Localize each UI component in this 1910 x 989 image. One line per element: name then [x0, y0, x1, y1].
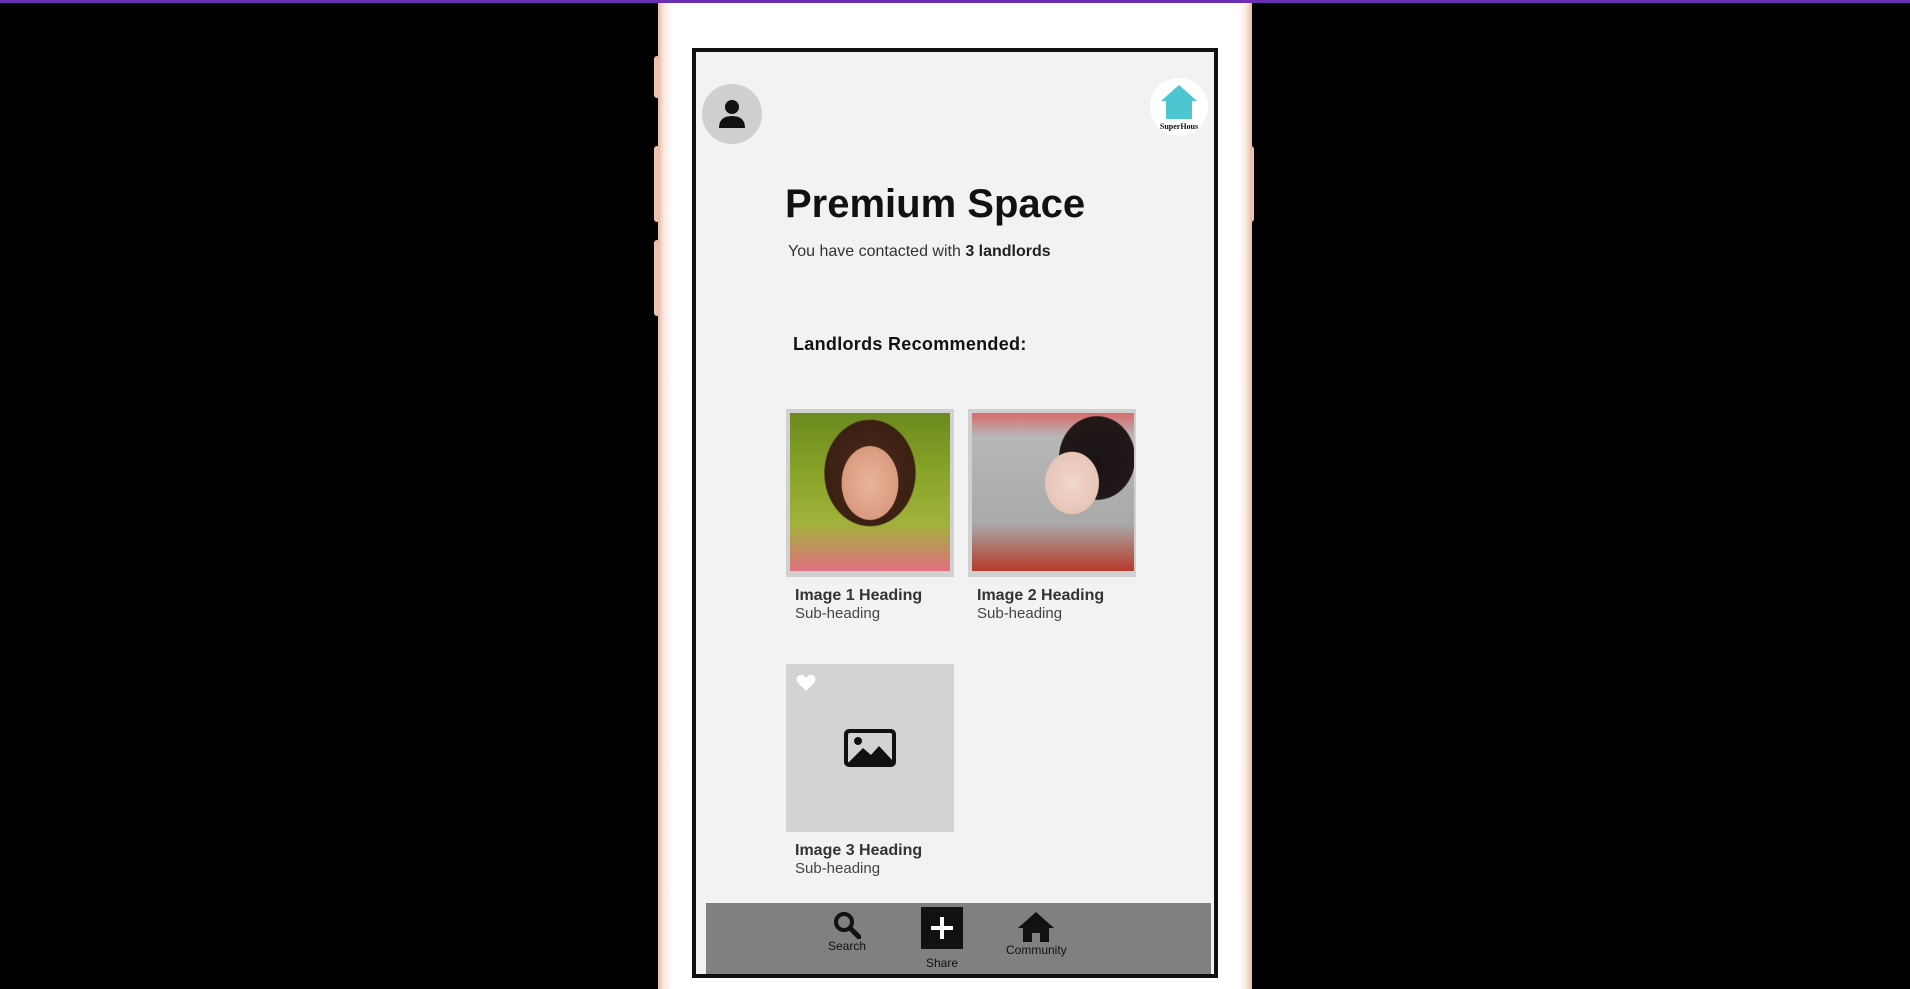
- bottom-nav: Search Share Community: [706, 903, 1211, 976]
- heart-icon[interactable]: [796, 674, 816, 692]
- card-image-frame[interactable]: [968, 409, 1136, 577]
- nav-community[interactable]: Community: [1006, 911, 1067, 957]
- app-logo[interactable]: SuperHous: [1150, 78, 1208, 136]
- image-placeholder-icon: [844, 729, 896, 767]
- house-logo-icon: [1161, 85, 1197, 119]
- landlord-photo: [972, 413, 1134, 571]
- section-title: Landlords Recommended:: [793, 334, 1027, 354]
- search-icon: [834, 912, 862, 939]
- card-heading: Image 1 Heading: [795, 587, 923, 604]
- nav-search[interactable]: Search: [828, 911, 866, 953]
- screen-bottom-border: [692, 974, 1218, 978]
- app-screen: SuperHous Premium Space You have contact…: [692, 48, 1218, 976]
- avatar[interactable]: [702, 84, 762, 144]
- card-heading: Image 3 Heading: [795, 842, 923, 859]
- user-icon: [719, 100, 745, 128]
- page-subtitle: You have contacted with 3 landlords: [788, 243, 1051, 261]
- card-image-placeholder[interactable]: [786, 664, 954, 832]
- logo-text: SuperHous: [1159, 122, 1199, 131]
- card-subheading: Sub-heading: [795, 605, 881, 622]
- home-icon: [1018, 912, 1055, 942]
- nav-search-label: Search: [828, 939, 867, 953]
- card-subheading: Sub-heading: [977, 605, 1063, 622]
- card-image-frame[interactable]: [786, 409, 954, 577]
- card-heading: Image 2 Heading: [977, 587, 1105, 604]
- share-button[interactable]: [921, 907, 963, 949]
- landlord-card[interactable]: Image 3 Heading Sub-heading: [786, 664, 954, 878]
- page-title: Premium Space: [785, 182, 1086, 226]
- plus-icon: [931, 917, 953, 939]
- landlord-photo: [790, 413, 950, 571]
- landlord-card[interactable]: Image 2 Heading Sub-heading: [968, 409, 1136, 623]
- nav-share[interactable]: Share: [921, 907, 963, 970]
- card-subheading: Sub-heading: [795, 860, 881, 877]
- nav-community-label: Community: [1006, 943, 1067, 957]
- landlord-card[interactable]: Image 1 Heading Sub-heading: [786, 409, 954, 623]
- landlord-count: 3 landlords: [965, 243, 1051, 260]
- subtitle-text: You have contacted with: [788, 243, 966, 260]
- nav-share-label: Share: [925, 956, 959, 970]
